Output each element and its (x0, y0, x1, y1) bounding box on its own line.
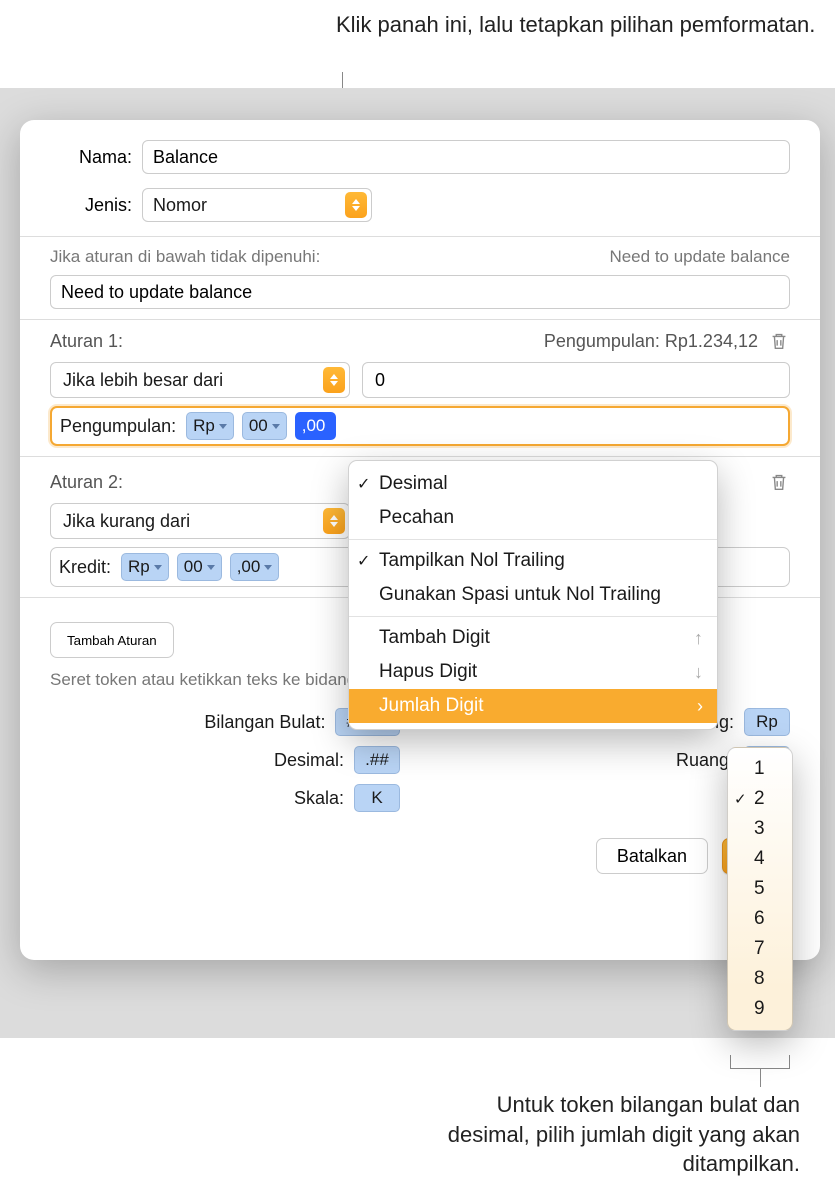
rule2-condition-value: Jika kurang dari (63, 511, 317, 532)
rule2-title: Aturan 2: (50, 472, 123, 493)
cancel-button[interactable]: Batalkan (596, 838, 708, 874)
check-icon: ✓ (357, 551, 370, 571)
menu-item-desimal[interactable]: ✓ Desimal (349, 467, 717, 501)
rule1-condition-value: Jika lebih besar dari (63, 370, 317, 391)
menu-item-pecahan[interactable]: Pecahan (349, 501, 717, 535)
token-sample-scale[interactable]: K (354, 784, 400, 812)
type-select-value: Nomor (153, 195, 339, 216)
divider (20, 456, 820, 457)
menu-item-digit-count[interactable]: Jumlah Digit › (349, 689, 717, 723)
add-rule-button[interactable]: Tambah Aturan (50, 622, 174, 658)
trash-icon (768, 471, 790, 493)
token-label-space: Ruang: (440, 750, 734, 771)
menu-separator (349, 616, 717, 617)
callout-bottom-text: Untuk token bilangan bulat dan desimal, … (410, 1090, 800, 1179)
decimal-token[interactable]: ,00 (230, 553, 280, 581)
arrow-down-icon: ↓ (694, 662, 703, 683)
arrow-up-icon: ↑ (694, 628, 703, 649)
digit-option-3[interactable]: 3 (728, 814, 792, 844)
digit-option-6[interactable]: 6 (728, 904, 792, 934)
delete-rule2-button[interactable] (768, 471, 790, 493)
menu-item-remove-digit[interactable]: Hapus Digit ↓ (349, 655, 717, 689)
menu-item-space-trailing-zero[interactable]: Gunakan Spasi untuk Nol Trailing (349, 578, 717, 612)
digit-option-1[interactable]: 1 (728, 754, 792, 784)
name-label: Nama: (50, 147, 132, 168)
currency-token[interactable]: Rp (186, 412, 234, 440)
unmet-condition-preview: Need to update balance (609, 247, 790, 267)
rule1-format-label: Pengumpulan: (60, 416, 176, 437)
rule1-preview: Pengumpulan: Rp1.234,12 (544, 331, 758, 352)
digit-option-2[interactable]: ✓2 (728, 784, 792, 814)
delete-rule1-button[interactable] (768, 330, 790, 352)
chevron-down-icon (264, 565, 272, 570)
type-label: Jenis: (50, 195, 132, 216)
token-label-decimal: Desimal: (50, 750, 344, 771)
chevron-right-icon: › (697, 696, 703, 717)
rule1-threshold-input[interactable] (362, 362, 790, 398)
integer-token[interactable]: 00 (177, 553, 222, 581)
stepper-icon (345, 192, 367, 218)
decimal-token-menu: ✓ Desimal Pecahan ✓ Tampilkan Nol Traili… (348, 460, 718, 730)
token-sample-currency[interactable]: Rp (744, 708, 790, 736)
rule1-condition-select[interactable]: Jika lebih besar dari (50, 362, 350, 398)
rule1-title: Aturan 1: (50, 331, 123, 352)
chevron-down-icon (154, 565, 162, 570)
rule2-format-label: Kredit: (59, 557, 111, 578)
divider (20, 319, 820, 320)
token-sample-decimal[interactable]: .## (354, 746, 400, 774)
digit-option-4[interactable]: 4 (728, 844, 792, 874)
menu-item-add-digit[interactable]: Tambah Digit ↑ (349, 621, 717, 655)
check-icon: ✓ (734, 790, 747, 808)
callout-bottom-bracket (730, 1055, 790, 1069)
callout-bottom-leaderline (760, 1069, 761, 1087)
digit-option-7[interactable]: 7 (728, 934, 792, 964)
token-label-integer: Bilangan Bulat: (50, 712, 325, 733)
integer-token[interactable]: 00 (242, 412, 287, 440)
chevron-down-icon (219, 424, 227, 429)
callout-top-text: Klik panah ini, lalu tetapkan pilihan pe… (336, 10, 815, 40)
currency-token[interactable]: Rp (121, 553, 169, 581)
token-label-scale: Skala: (50, 788, 344, 809)
digit-option-9[interactable]: 9 (728, 994, 792, 1024)
check-icon: ✓ (357, 474, 370, 494)
menu-separator (349, 539, 717, 540)
rule1-format-field[interactable]: Pengumpulan: Rp 00 ,00 (50, 406, 790, 446)
digit-option-5[interactable]: 5 (728, 874, 792, 904)
divider (20, 236, 820, 237)
chevron-down-icon (272, 424, 280, 429)
rule2-condition-select[interactable]: Jika kurang dari (50, 503, 350, 539)
unmet-condition-input[interactable] (50, 275, 790, 309)
unmet-condition-label: Jika aturan di bawah tidak dipenuhi: (50, 247, 320, 267)
trash-icon (768, 330, 790, 352)
stepper-icon (323, 367, 345, 393)
stepper-icon (323, 508, 345, 534)
menu-item-show-trailing-zero[interactable]: ✓ Tampilkan Nol Trailing (349, 544, 717, 578)
digit-option-8[interactable]: 8 (728, 964, 792, 994)
type-select[interactable]: Nomor (142, 188, 372, 222)
chevron-down-icon (207, 565, 215, 570)
name-input[interactable] (142, 140, 790, 174)
decimal-token-selected[interactable]: ,00 (295, 412, 337, 440)
digit-count-submenu: 1 ✓2 3 4 5 6 7 8 9 (727, 747, 793, 1031)
